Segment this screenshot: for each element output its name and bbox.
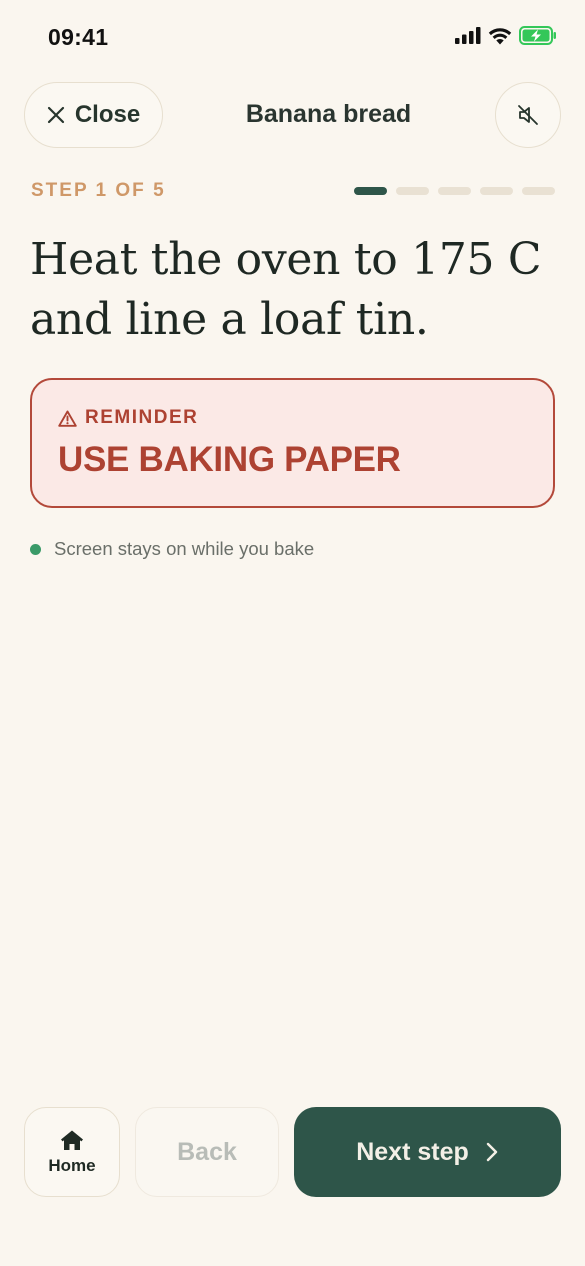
- home-icon: [61, 1130, 83, 1150]
- next-step-label: Next step: [356, 1137, 469, 1166]
- battery-charging-icon: [519, 26, 556, 45]
- instruction-line-2: and line a loaf tin.: [30, 294, 429, 345]
- screen-awake-note: Screen stays on while you bake: [30, 538, 314, 560]
- next-step-button[interactable]: Next step: [294, 1107, 561, 1197]
- close-icon: [47, 106, 64, 124]
- progress-segment-1: [354, 187, 387, 195]
- progress-segment-2: [396, 187, 429, 195]
- status-dot: [30, 543, 41, 555]
- status-time: 09:41: [48, 24, 109, 50]
- instruction-line-1: Heat the oven to 175 C: [30, 234, 542, 285]
- signal-icon: [455, 27, 481, 44]
- wifi-icon: [488, 27, 512, 44]
- mute-button[interactable]: [495, 82, 561, 148]
- home-label: Home: [48, 1155, 96, 1175]
- progress-segment-4: [480, 187, 513, 195]
- reminder-text: USE BAKING PAPER: [58, 440, 401, 479]
- status-icons: [455, 26, 557, 45]
- warning-icon: [58, 410, 77, 427]
- close-button[interactable]: Close: [24, 82, 163, 148]
- step-progress: [354, 187, 555, 195]
- step-instruction: Heat the oven to 175 C and line a loaf t…: [30, 230, 560, 350]
- step-label: STEP 1 OF 5: [31, 180, 166, 201]
- status-bar: 09:41: [0, 0, 585, 72]
- reminder-label: REMINDER: [85, 407, 199, 428]
- header: Close Banana bread: [0, 82, 585, 150]
- close-label: Close: [74, 101, 141, 128]
- progress-segment-5: [522, 187, 555, 195]
- home-button[interactable]: Home: [24, 1107, 120, 1197]
- screen-awake-text: Screen stays on while you bake: [54, 538, 315, 559]
- reminder-header: REMINDER: [58, 407, 198, 429]
- progress-segment-3: [438, 187, 471, 195]
- back-label: Back: [177, 1137, 237, 1166]
- back-button[interactable]: Back: [135, 1107, 279, 1197]
- reminder-card: REMINDER USE BAKING PAPER: [30, 378, 555, 508]
- chevron-right-icon: [486, 1142, 497, 1162]
- speaker-muted-icon: [518, 105, 538, 125]
